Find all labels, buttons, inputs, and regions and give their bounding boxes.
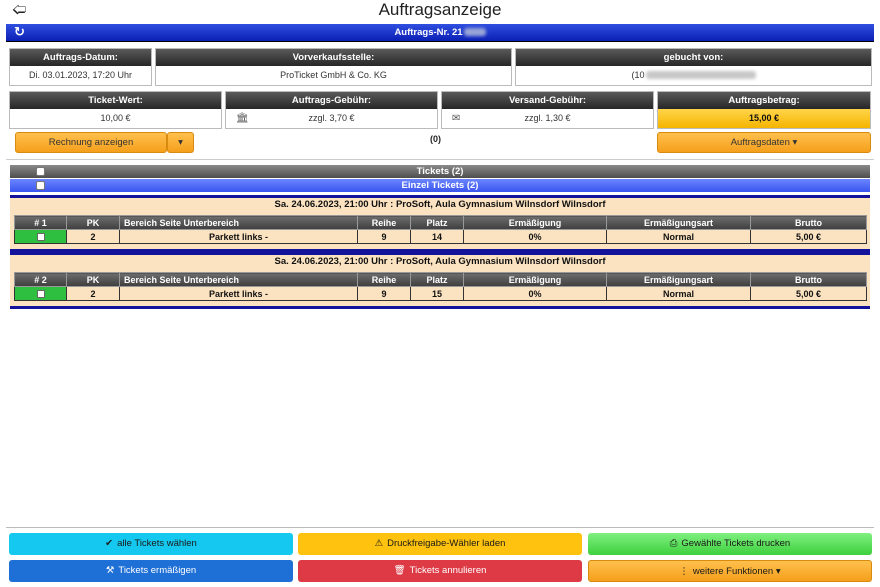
- single-tickets-group-bar: Einzel Tickets (2): [10, 179, 870, 192]
- ticket-card: Sa. 24.06.2023, 21:00 Uhr : ProSoft, Aul…: [10, 195, 870, 252]
- caret-down-icon: ▾: [178, 137, 183, 148]
- ticket-value: 10,00 €: [100, 113, 131, 123]
- ticket-card: Sa. 24.06.2023, 21:00 Uhr : ProSoft, Aul…: [10, 252, 870, 309]
- presale-office-box: Vorverkaufsstelle: ProTicket GmbH & Co. …: [155, 48, 512, 86]
- presale-office-value: ProTicket GmbH & Co. KG: [280, 70, 387, 80]
- table-row[interactable]: 2 Parkett links - 9 14 0% Normal 5,00 €: [14, 229, 867, 244]
- shipping-fee-box: Versand-Gebühr: ✉ zzgl. 1,30 €: [441, 91, 654, 129]
- order-total-label: Auftragsbetrag:: [658, 92, 870, 109]
- ticket-pk: 2: [66, 286, 120, 301]
- ticket-index: # 2: [14, 272, 67, 287]
- ticket-pk: 2: [66, 229, 120, 244]
- top-bar: 🢠 Auftragsanzeige: [0, 0, 880, 23]
- booked-by-label: gebucht von:: [516, 49, 871, 66]
- cancel-tickets-button[interactable]: 🗑 Tickets annulieren: [298, 560, 582, 582]
- selected-count: (0): [430, 134, 441, 144]
- order-fee-value: zzgl. 3,70 €: [308, 113, 355, 123]
- ticket-value-label: Ticket-Wert:: [10, 92, 221, 109]
- col-row: Reihe: [357, 215, 411, 230]
- ticket-select-checkbox[interactable]: [14, 286, 67, 301]
- order-fee-label: Auftrags-Gebühr:: [226, 92, 437, 109]
- ticket-value-box: Ticket-Wert: 10,00 €: [9, 91, 222, 129]
- shipping-fee-value-row: ✉ zzgl. 1,30 €: [442, 109, 653, 128]
- presale-office-label: Vorverkaufsstelle:: [156, 49, 511, 66]
- ticket-area: Parkett links -: [119, 286, 358, 301]
- order-number: Auftrags-Nr. 21: [6, 27, 874, 38]
- col-price: Brutto: [750, 272, 867, 287]
- redacted-text: [463, 28, 486, 36]
- select-all-tickets-button[interactable]: ✔ alle Tickets wählen: [9, 533, 293, 555]
- ticket-row: 9: [357, 229, 411, 244]
- ticket-area: Parkett links -: [119, 229, 358, 244]
- ticket-discount-type: Normal: [606, 229, 751, 244]
- order-total-box: Auftragsbetrag: 15,00 €: [657, 91, 871, 129]
- ticket-row: 9: [357, 286, 411, 301]
- col-discount: Ermäßigung: [463, 272, 607, 287]
- ticket-index: # 1: [14, 215, 67, 230]
- select-single-tickets-checkbox[interactable]: [36, 181, 45, 190]
- order-number-bar: ↻ Auftrags-Nr. 21: [6, 24, 874, 42]
- col-seat: Platz: [410, 215, 464, 230]
- ticket-table: # 2 PK Bereich Seite Unterbereich Reihe …: [14, 272, 867, 301]
- tickets-group-label: Tickets (2): [416, 166, 464, 177]
- warning-icon: ⚠: [374, 538, 384, 549]
- divider: [6, 159, 874, 160]
- col-discount-type: Ermäßigungsart: [606, 215, 751, 230]
- order-date-value: Di. 03.01.2023, 17:20 Uhr: [28, 70, 133, 80]
- show-invoice-button[interactable]: Rechnung anzeigen: [15, 132, 167, 153]
- ticket-select-checkbox[interactable]: [14, 229, 67, 244]
- col-discount: Ermäßigung: [463, 215, 607, 230]
- ticket-event-title: Sa. 24.06.2023, 21:00 Uhr : ProSoft, Aul…: [274, 199, 606, 210]
- shipping-fee-value: zzgl. 1,30 €: [524, 113, 571, 123]
- ticket-event-title: Sa. 24.06.2023, 21:00 Uhr : ProSoft, Aul…: [274, 256, 606, 267]
- select-all-tickets-checkbox[interactable]: [36, 167, 45, 176]
- order-fee-box: Auftrags-Gebühr: 🏛 zzgl. 3,70 €: [225, 91, 438, 129]
- print-selected-tickets-button[interactable]: ⎙ Gewählte Tickets drucken: [588, 533, 872, 555]
- ticket-discount-type: Normal: [606, 286, 751, 301]
- order-date-box: Auftrags-Datum: Di. 03.01.2023, 17:20 Uh…: [9, 48, 152, 86]
- col-price: Brutto: [750, 215, 867, 230]
- more-functions-button[interactable]: ⋮ weitere Funktionen ▾: [588, 560, 872, 582]
- ticket-price: 5,00 €: [750, 229, 867, 244]
- redacted-text: [645, 71, 756, 79]
- envelope-icon: ✉: [452, 113, 461, 124]
- order-date-label: Auftrags-Datum:: [10, 49, 151, 66]
- invoice-dropdown-toggle[interactable]: ▾: [167, 132, 194, 153]
- trash-icon: 🗑: [393, 565, 406, 576]
- col-area: Bereich Seite Unterbereich: [119, 215, 358, 230]
- order-total-value: 15,00 €: [658, 109, 870, 128]
- order-fee-value-row: 🏛 zzgl. 3,70 €: [226, 109, 437, 128]
- check-icon: ✔: [105, 538, 114, 549]
- page-title: Auftragsanzeige: [378, 0, 502, 19]
- ticket-discount: 0%: [463, 229, 607, 244]
- ticket-price: 5,00 €: [750, 286, 867, 301]
- col-pk: PK: [66, 272, 120, 287]
- bank-icon: 🏛: [236, 113, 249, 124]
- load-print-release-button[interactable]: ⚠ Druckfreigabe-Wähler laden: [298, 533, 582, 555]
- order-data-button[interactable]: Auftragsdaten ▾: [657, 132, 871, 153]
- table-row[interactable]: 2 Parkett links - 9 15 0% Normal 5,00 €: [14, 286, 867, 301]
- single-tickets-group-label: Einzel Tickets (2): [401, 180, 479, 191]
- ticket-seat: 15: [410, 286, 464, 301]
- divider: [6, 527, 874, 528]
- ticket-discount: 0%: [463, 286, 607, 301]
- col-area: Bereich Seite Unterbereich: [119, 272, 358, 287]
- booked-by-box: gebucht von: (10: [515, 48, 872, 86]
- col-seat: Platz: [410, 272, 464, 287]
- shipping-fee-label: Versand-Gebühr:: [442, 92, 653, 109]
- tickets-group-bar: Tickets (2): [10, 165, 870, 178]
- col-row: Reihe: [357, 272, 411, 287]
- printer-icon: ⎙: [669, 538, 678, 549]
- col-pk: PK: [66, 215, 120, 230]
- col-discount-type: Ermäßigungsart: [606, 272, 751, 287]
- vertical-dots-icon: ⋮: [679, 566, 689, 577]
- discount-icon: ⚒: [105, 565, 115, 576]
- ticket-seat: 14: [410, 229, 464, 244]
- booked-by-value: (10: [516, 66, 871, 85]
- discount-tickets-button[interactable]: ⚒ Tickets ermäßigen: [9, 560, 293, 582]
- ticket-table: # 1 PK Bereich Seite Unterbereich Reihe …: [14, 215, 867, 244]
